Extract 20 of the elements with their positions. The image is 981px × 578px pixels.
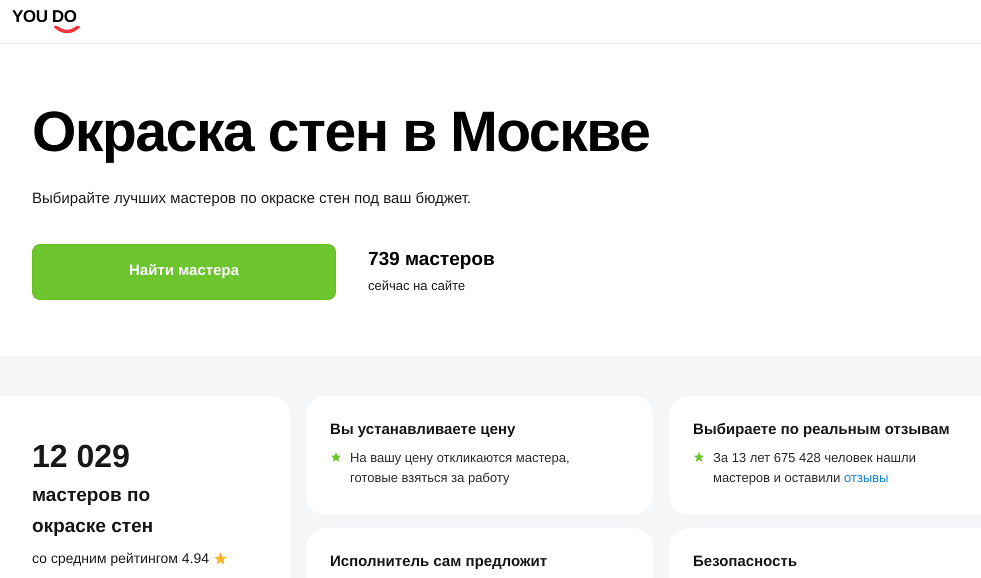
reviews-link[interactable]: отзывы — [844, 470, 888, 485]
stats-number: 12 029 — [32, 437, 131, 476]
star-icon — [330, 451, 342, 463]
logo[interactable]: YOU DO — [12, 7, 77, 35]
masters-count: 739 мастеров — [368, 248, 495, 272]
page-subtitle: Выбирайте лучших мастеров по окраске стен под ваш бюджет. — [32, 189, 472, 209]
find-master-button[interactable]: Найти мастера — [32, 244, 336, 300]
feature-title: Выбираете по реальным отзывам — [693, 420, 951, 440]
star-icon — [693, 451, 705, 463]
feature-text: За 13 лет 675 428 человек нашли мастеров и оставили отзывы — [713, 449, 917, 487]
feature-title: Вы устанавливаете цену — [330, 420, 516, 440]
smile-icon — [54, 26, 80, 34]
rating-text: со средним рейтингом 4.94 — [32, 549, 210, 568]
feature-text: На вашу цену откликаются мастера, готовые взяться за работу — [350, 449, 571, 487]
stats-label: мастеров по окраске стен — [32, 484, 154, 539]
star-icon — [213, 551, 228, 566]
masters-count-caption: сейчас на сайте — [368, 276, 466, 295]
page-title: Окраска стен в Москве — [32, 99, 650, 165]
feature-title: Безопасность — [693, 552, 798, 572]
feature-title: Исполнитель сам предложит — [330, 552, 548, 572]
